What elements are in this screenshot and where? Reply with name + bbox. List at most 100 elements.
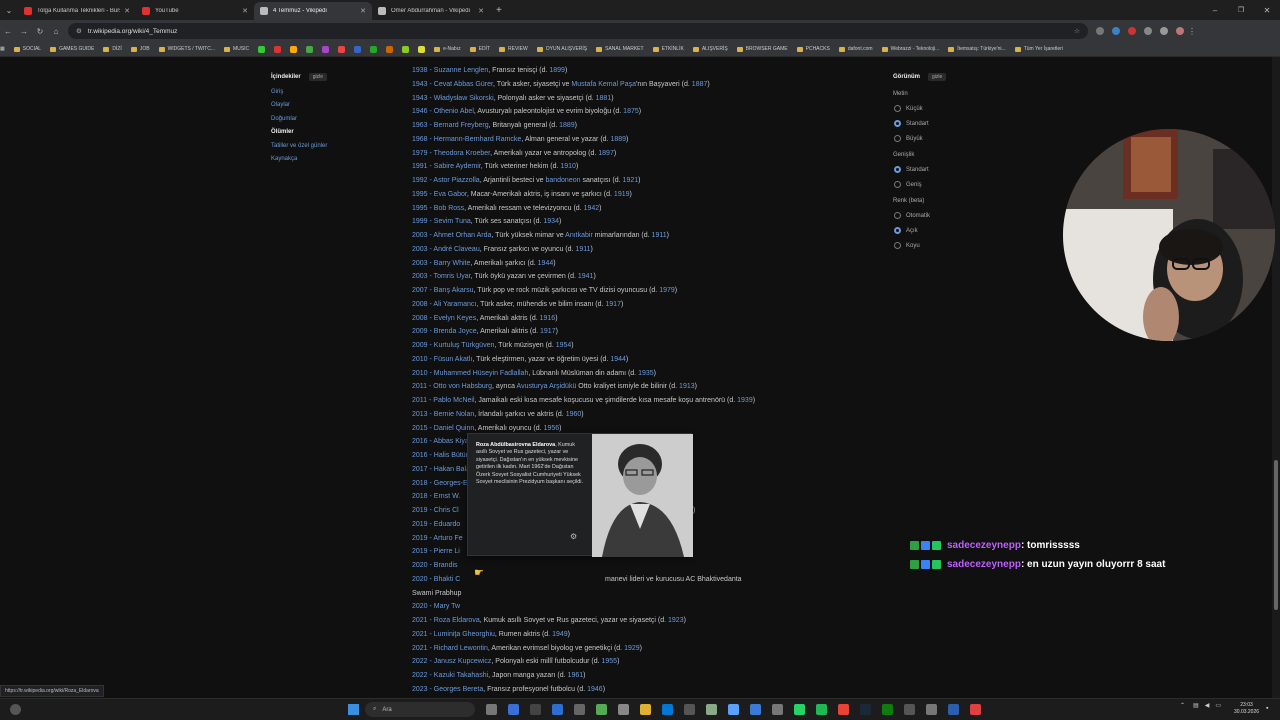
reload-icon[interactable]: ↻ [32, 27, 48, 36]
year-link[interactable]: 1929 [624, 645, 640, 652]
extension-icon[interactable] [1112, 27, 1120, 35]
scrollbar-thumb[interactable] [1274, 460, 1278, 610]
bookmark-item[interactable]: OYUN ALIŞVERİŞ [536, 46, 587, 52]
taskbar-app-icon[interactable] [860, 704, 871, 715]
radio-option[interactable]: Standart [893, 166, 946, 173]
taskbar-app-icon[interactable] [970, 704, 981, 715]
bookmark-item[interactable]: GAMES GUIDE [50, 46, 94, 52]
taskbar-app-icon[interactable] [838, 704, 849, 715]
person-link[interactable]: 2011 - Pablo McNeil [412, 397, 475, 404]
extension-icon[interactable] [1128, 27, 1136, 35]
person-link[interactable]: 1992 - Astor Piazzolla [412, 177, 480, 184]
year-link[interactable]: 1954 [556, 342, 572, 349]
chevron-up-icon[interactable]: ⌃ [1180, 702, 1185, 709]
person-link[interactable]: 1943 - Cevat Abbas Gürer [412, 81, 493, 88]
taskbar-app-icon[interactable] [904, 704, 915, 715]
taskbar-app-icon[interactable] [706, 704, 717, 715]
person-link[interactable]: 2019 - Pierre Li [412, 548, 460, 555]
minimize-button[interactable]: – [1202, 6, 1228, 15]
year-link[interactable]: 1921 [623, 177, 639, 184]
inline-link[interactable]: Anıtkabir [565, 232, 593, 239]
bookmark-item[interactable]: WIDGETS / TWITC... [158, 46, 215, 52]
year-link[interactable]: 1946 [587, 686, 603, 693]
year-link[interactable]: 1944 [538, 260, 554, 267]
person-link[interactable]: 2008 - Evelyn Keyes [412, 315, 476, 322]
person-link[interactable]: 2003 - Ahmet Orhan Arda [412, 232, 491, 239]
year-link[interactable]: 1889 [559, 122, 575, 129]
maximize-button[interactable]: ❐ [1228, 6, 1254, 14]
bookmark-icon[interactable] [418, 45, 426, 53]
person-link[interactable]: 2009 - Brenda Joyce [412, 328, 477, 335]
taskbar-app-icon[interactable] [882, 704, 893, 715]
person-link[interactable]: 2022 - Kazuki Takahashi [412, 672, 488, 679]
menu-icon[interactable]: ⋮ [1184, 27, 1200, 36]
profile-avatar[interactable] [1176, 27, 1184, 35]
radio-button[interactable] [894, 135, 901, 142]
tab-search-icon[interactable]: ⌄ [0, 6, 18, 15]
person-link[interactable]: 2003 - Tomris Uyar [412, 273, 471, 280]
year-link[interactable]: 1917 [540, 328, 556, 335]
person-link[interactable]: 2022 - Janusz Kupcewicz [412, 658, 491, 665]
radio-option[interactable]: Standart [893, 120, 946, 127]
radio-option[interactable]: Küçük [893, 105, 946, 112]
appearance-hide-button[interactable]: gizle [928, 73, 947, 81]
browser-tab[interactable]: Ömer Abdurrahman - Vikipedi ✕ [372, 2, 490, 20]
year-link[interactable]: 1955 [602, 658, 618, 665]
taskbar-app-icon[interactable] [596, 704, 607, 715]
year-link[interactable]: 1944 [610, 356, 626, 363]
close-window-button[interactable]: ✕ [1254, 6, 1280, 15]
toc-item[interactable]: Giriş [271, 89, 327, 95]
radio-button[interactable] [894, 227, 901, 234]
bookmark-item[interactable]: e-Nabız [434, 46, 461, 52]
year-link[interactable]: 1911 [652, 232, 667, 239]
person-link[interactable]: 1963 - Bernard Freyberg [412, 122, 489, 129]
tab-close-icon[interactable]: ✕ [124, 7, 130, 15]
taskbar-app-icon[interactable] [640, 704, 651, 715]
radio-option[interactable]: Otomatik [893, 212, 946, 219]
taskbar-app-icon[interactable] [772, 704, 783, 715]
bookmark-item[interactable]: EDİT [469, 46, 490, 52]
year-link[interactable]: 1960 [566, 411, 582, 418]
bookmark-item[interactable]: ETKİNLİK [652, 46, 684, 52]
bookmark-item[interactable]: DİZİ [103, 46, 122, 52]
browser-tab[interactable]: Tolga Kullanma Teknikleri - Burs ✕ [18, 2, 136, 20]
preview-settings-icon[interactable]: ⚙ [570, 532, 577, 541]
radio-option[interactable]: Geniş [893, 181, 946, 188]
bookmark-icon[interactable] [306, 45, 314, 53]
radio-button[interactable] [894, 166, 901, 173]
taskbar-app-icon[interactable] [508, 704, 519, 715]
bookmark-icon[interactable] [386, 45, 394, 53]
person-link[interactable]: 2007 - Barış Akarsu [412, 287, 473, 294]
person-link[interactable]: 2019 - Chris Cl [412, 507, 459, 514]
person-link[interactable]: 2013 - Bernie Nolan [412, 411, 474, 418]
toc-item[interactable]: Olaylar [271, 102, 327, 108]
bookmark-item[interactable]: SANAL MARKET [596, 46, 644, 52]
bookmark-icon[interactable] [322, 45, 330, 53]
browser-tab[interactable]: YouTube ✕ [136, 2, 254, 20]
start-button[interactable] [348, 704, 359, 715]
person-link[interactable]: 1999 - Sevim Tuna [412, 218, 471, 225]
person-link[interactable]: 2023 - Georges Bereta [412, 686, 483, 693]
taskbar-app-icon[interactable] [926, 704, 937, 715]
bookmark-icon[interactable] [274, 45, 282, 53]
home-icon[interactable]: ⌂ [48, 27, 64, 36]
year-link[interactable]: 1911 [575, 246, 590, 253]
year-link[interactable]: 1899 [549, 67, 565, 74]
year-link[interactable]: 1935 [638, 370, 654, 377]
back-icon[interactable]: ← [0, 27, 16, 36]
extensions-puzzle-icon[interactable] [1160, 27, 1168, 35]
year-link[interactable]: 1979 [659, 287, 675, 294]
year-link[interactable]: 1917 [605, 301, 621, 308]
year-link[interactable]: 1875 [623, 108, 639, 115]
bookmark-item[interactable]: İtemsatış: Türkiye'ni... [948, 46, 1006, 52]
person-link[interactable]: 2020 - Mary Tw [412, 603, 460, 610]
toc-hide-button[interactable]: gizle [308, 73, 327, 81]
person-link[interactable]: 2019 - Eduardo [412, 521, 460, 528]
radio-button[interactable] [894, 181, 901, 188]
person-link[interactable]: 1943 - Władysław Sikorski [412, 95, 494, 102]
year-link[interactable]: 1916 [540, 315, 556, 322]
site-info-icon[interactable]: ⚙ [76, 27, 82, 35]
year-link[interactable]: 1961 [568, 672, 584, 679]
clock[interactable]: 23:03 30.03.2026 [1234, 702, 1259, 716]
person-link[interactable]: 2021 - Luminiţa Gheorghiu [412, 631, 495, 638]
